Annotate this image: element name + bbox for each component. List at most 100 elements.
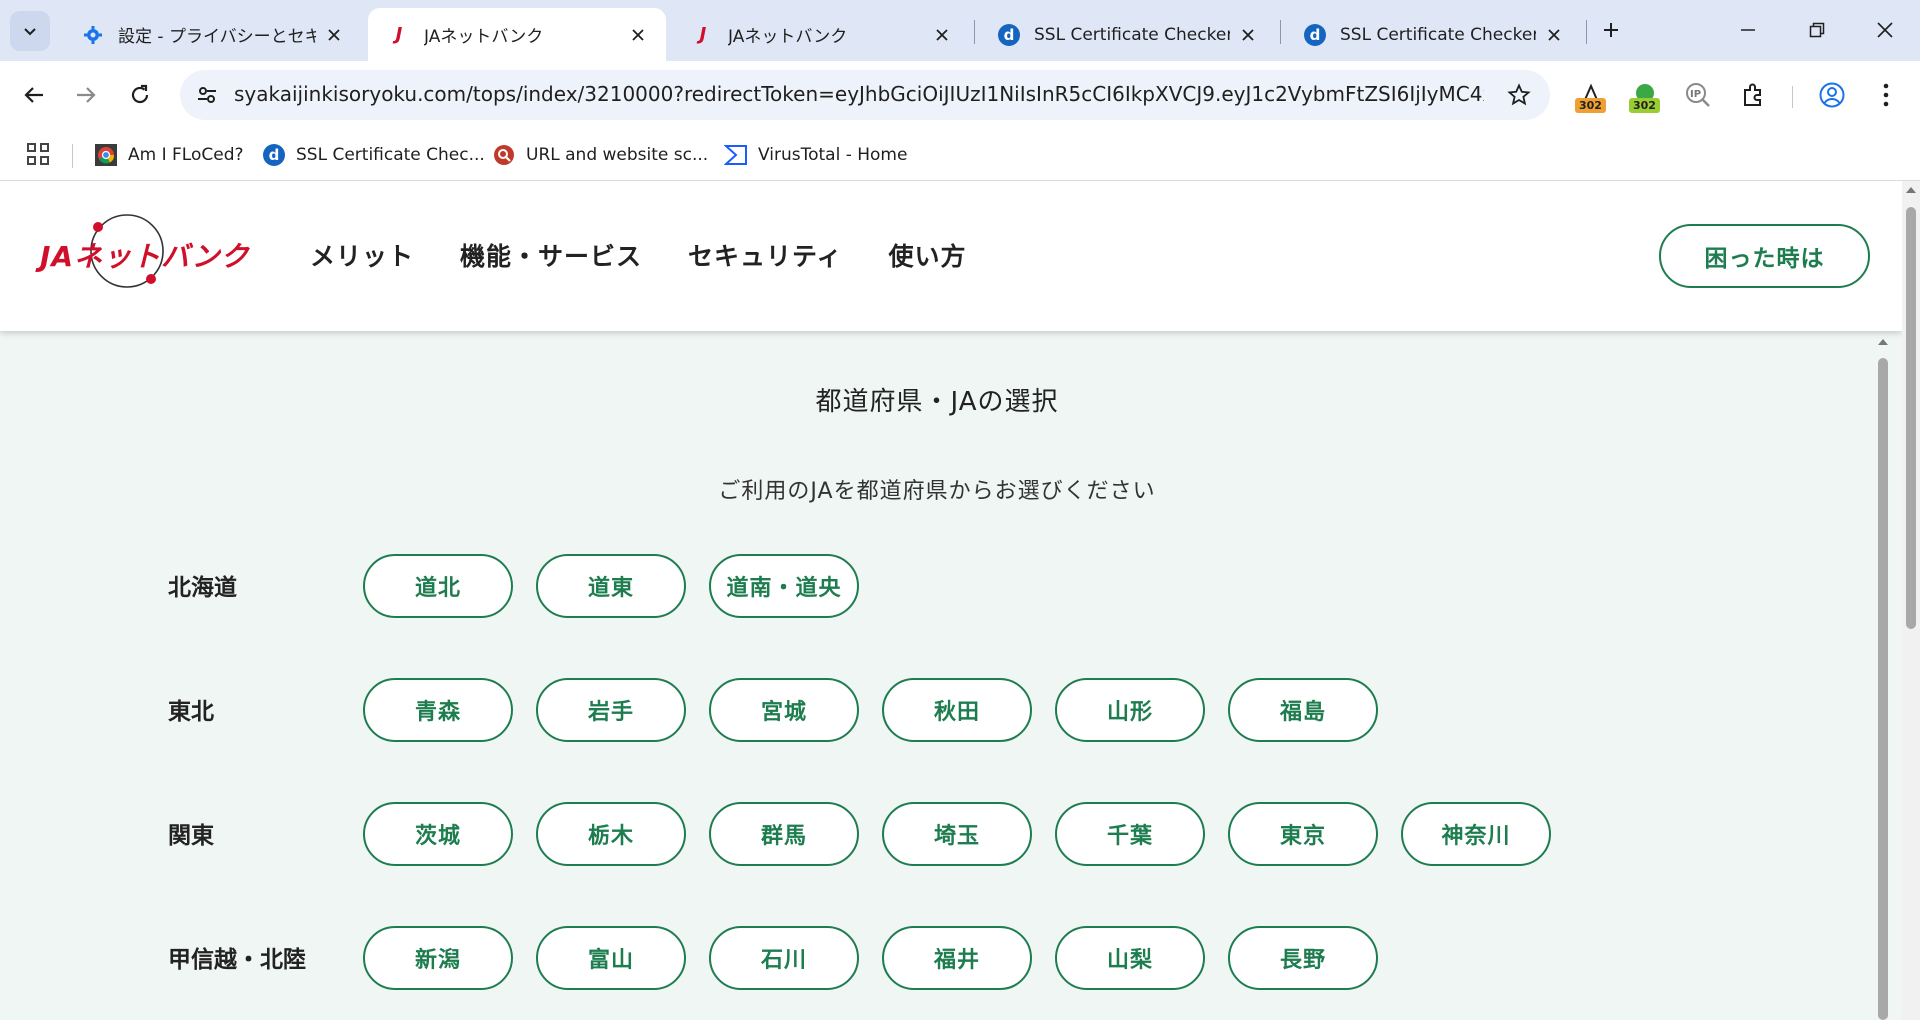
region-tohoku: 東北 青森 岩手 宮城 秋田 山形 福島 (168, 678, 1668, 742)
region-name: 北海道 (168, 575, 237, 601)
tab-title: SSL Certificate Checker - (1034, 24, 1230, 45)
prefecture-button[interactable]: 埼玉 (882, 802, 1032, 866)
prefecture-button[interactable]: 茨城 (363, 802, 513, 866)
prefecture-button[interactable]: 道北 (363, 554, 513, 618)
profile-button[interactable] (1812, 75, 1852, 115)
plus-icon (1604, 23, 1618, 37)
arrow-right-icon (77, 87, 96, 103)
apps-grid-icon[interactable] (26, 142, 52, 168)
bookmark-virustotal[interactable]: VirusTotal - Home (724, 140, 907, 170)
prefecture-button[interactable]: 新潟 (363, 926, 513, 990)
region-koshinetsu-hokuriku: 甲信越・北陸 新潟 富山 石川 福井 山梨 長野 (168, 926, 1668, 990)
restore-icon (1809, 22, 1825, 38)
nav-how-to-use[interactable]: 使い方 (889, 237, 967, 273)
close-icon[interactable] (932, 25, 952, 45)
kebab-menu-icon (1883, 83, 1889, 107)
svg-text:IP: IP (1690, 89, 1701, 100)
arrow-left-icon (24, 87, 43, 103)
close-icon[interactable] (324, 25, 344, 45)
prefecture-button[interactable]: 千葉 (1055, 802, 1205, 866)
tab-ja-netbank-active[interactable]: J JAネットバンク (368, 8, 666, 61)
reload-button[interactable] (118, 73, 162, 117)
prefecture-button[interactable]: 長野 (1228, 926, 1378, 990)
scroll-up-arrow-icon[interactable] (1906, 187, 1916, 193)
close-icon[interactable] (1544, 25, 1564, 45)
page-content: JAネットバンク メリット 機能・サービス セキュリティ 使い方 困った時は 都… (0, 181, 1902, 1020)
extensions-button[interactable] (1733, 75, 1773, 115)
bookmark-star-icon[interactable] (1506, 82, 1532, 108)
urlscan-icon (492, 143, 516, 167)
prefecture-button[interactable]: 東京 (1228, 802, 1378, 866)
menu-button[interactable] (1866, 75, 1906, 115)
prefecture-button[interactable]: 道南・道央 (709, 554, 859, 618)
page-scroll-thumb[interactable] (1906, 207, 1916, 629)
prefecture-button[interactable]: 秋田 (882, 678, 1032, 742)
prefecture-button[interactable]: 富山 (536, 926, 686, 990)
puzzle-icon (1744, 83, 1761, 106)
tab-ssl-checker-2[interactable]: d SSL Certificate Checker - (1284, 8, 1582, 61)
chrome-icon (94, 143, 118, 167)
ip-extension-button[interactable]: IP (1678, 75, 1718, 115)
browser-toolbar: syakaijinkisoryoku.com/tops/index/321000… (0, 61, 1920, 130)
bookmark-urlscan[interactable]: URL and website sc... (492, 140, 708, 170)
restore-button[interactable] (1794, 8, 1840, 52)
region-name: 東北 (168, 699, 214, 725)
http-status-extension-button[interactable]: 302 (1625, 75, 1665, 115)
prefecture-button[interactable]: 宮城 (709, 678, 859, 742)
inner-scrollbar[interactable] (1874, 331, 1892, 1020)
bookmark-am-i-floced[interactable]: Am I FLoCed? (94, 140, 244, 170)
gear-icon (82, 24, 104, 46)
nav-merit[interactable]: メリット (310, 237, 414, 273)
minimize-button[interactable] (1725, 8, 1771, 52)
extension-badge: 302 (1629, 98, 1660, 113)
tab-search-button[interactable] (10, 11, 50, 51)
bookmark-ssl-checker[interactable]: d SSL Certificate Chec... (262, 140, 485, 170)
tab-title: JAネットバンク (728, 27, 848, 47)
prefecture-button[interactable]: 福島 (1228, 678, 1378, 742)
prefecture-list: 道北 道東 道南・道央 (363, 554, 859, 618)
address-bar[interactable]: syakaijinkisoryoku.com/tops/index/321000… (180, 70, 1550, 120)
ja-netbank-logo[interactable]: JAネットバンク (40, 211, 260, 299)
prefecture-button[interactable]: 山形 (1055, 678, 1205, 742)
back-button[interactable] (12, 73, 56, 117)
new-tab-button[interactable] (1588, 8, 1634, 52)
prefecture-list: 青森 岩手 宮城 秋田 山形 福島 (363, 678, 1378, 742)
page-scrollbar[interactable] (1902, 181, 1920, 1020)
bookmark-label: VirusTotal - Home (758, 145, 908, 165)
inner-scroll-thumb[interactable] (1878, 358, 1888, 1020)
nav-features-services[interactable]: 機能・サービス (460, 237, 642, 273)
prefecture-button[interactable]: 栃木 (536, 802, 686, 866)
bookmark-label: URL and website sc... (526, 145, 709, 165)
bookmark-label: SSL Certificate Chec... (296, 145, 485, 165)
prefecture-button[interactable]: 石川 (709, 926, 859, 990)
chevron-down-icon (24, 28, 36, 36)
toolbar-divider (1792, 86, 1793, 108)
prefecture-button[interactable]: 道東 (536, 554, 686, 618)
help-button[interactable]: 困った時は (1659, 224, 1870, 288)
close-window-button[interactable] (1862, 8, 1908, 52)
close-icon[interactable] (628, 25, 648, 45)
ip-lookup-icon: IP (1686, 83, 1710, 107)
d-favicon-icon: d (263, 144, 285, 166)
prefecture-list: 新潟 富山 石川 福井 山梨 長野 (363, 926, 1378, 990)
site-info-icon[interactable] (192, 80, 222, 110)
redirect-extension-button[interactable]: 302 (1571, 75, 1611, 115)
prefecture-button[interactable]: 青森 (363, 678, 513, 742)
tab-ssl-checker[interactable]: d SSL Certificate Checker - (978, 8, 1276, 61)
minimize-icon (1741, 29, 1755, 31)
close-icon[interactable] (1238, 25, 1258, 45)
prefecture-button[interactable]: 岩手 (536, 678, 686, 742)
tab-ja-netbank[interactable]: J JAネットバンク (672, 8, 970, 61)
forward-button[interactable] (64, 73, 108, 117)
prefecture-button[interactable]: 神奈川 (1401, 802, 1551, 866)
tab-settings[interactable]: 設定 - プライバシーとセキュリ (62, 8, 362, 61)
url-text[interactable]: syakaijinkisoryoku.com/tops/index/321000… (234, 82, 1484, 106)
region-hokkaido: 北海道 道北 道東 道南・道央 (168, 554, 1668, 618)
virustotal-icon (724, 143, 748, 167)
prefecture-button[interactable]: 福井 (882, 926, 1032, 990)
nav-security[interactable]: セキュリティ (688, 237, 843, 273)
prefecture-button[interactable]: 群馬 (709, 802, 859, 866)
prefecture-button[interactable]: 山梨 (1055, 926, 1205, 990)
profile-avatar-icon (1819, 82, 1845, 108)
scroll-up-arrow-icon[interactable] (1878, 339, 1888, 345)
